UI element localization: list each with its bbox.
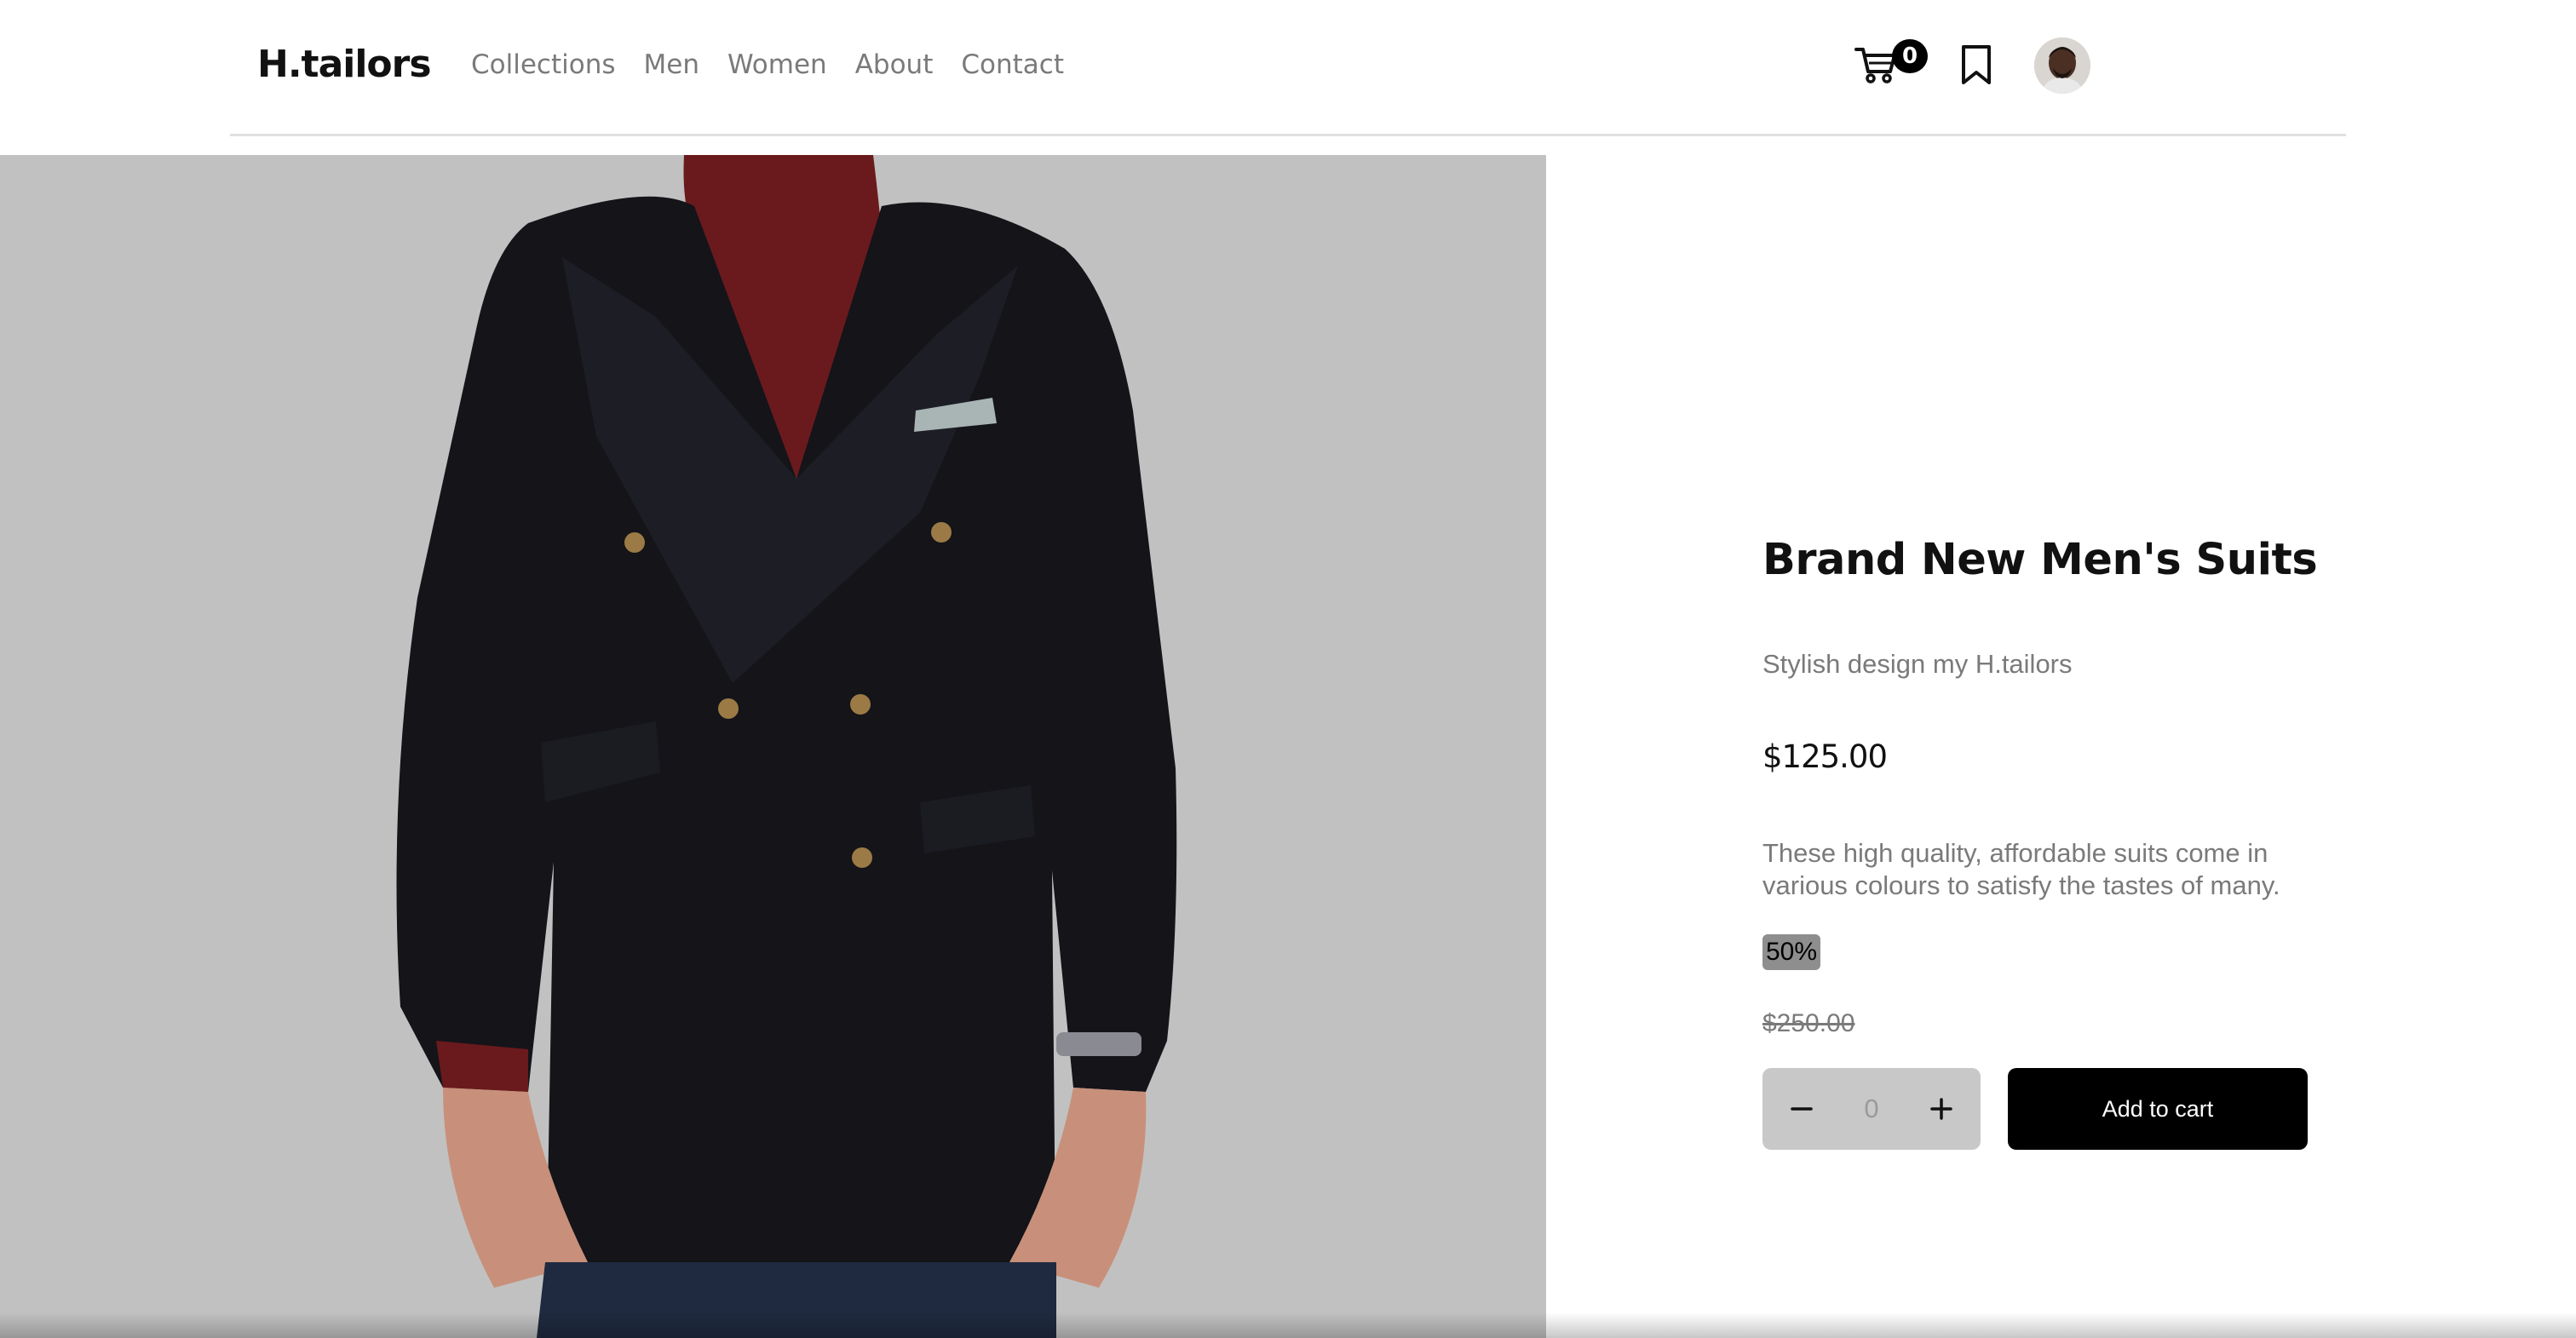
quantity-stepper: 0 (1762, 1068, 1981, 1150)
product-title: Brand New Men's Suits (1762, 535, 2318, 585)
cart-button[interactable]: 0 (1854, 39, 1928, 90)
site-header: H.tailors Collections Men Women About Co… (230, 0, 2346, 136)
avatar[interactable] (2034, 37, 2090, 94)
nav-item-contact[interactable]: Contact (961, 49, 1064, 80)
main-nav: Collections Men Women About Contact (471, 49, 1064, 80)
product-page: H.tailors Collections Men Women About Co… (0, 0, 2576, 1338)
decrease-quantity-button[interactable] (1786, 1094, 1817, 1124)
product-price: $125.00 (1762, 738, 1888, 775)
add-to-cart-button[interactable]: Add to cart (2008, 1068, 2308, 1150)
cart-icon (1854, 48, 1896, 83)
increase-quantity-button[interactable] (1926, 1094, 1957, 1124)
bookmark-icon (1962, 45, 1991, 84)
minus-icon (1791, 1107, 1813, 1111)
brand-logo[interactable]: H.tailors (257, 43, 432, 86)
product-image (0, 155, 1546, 1338)
bookmark-button[interactable] (1961, 44, 1992, 89)
nav-item-men[interactable]: Men (644, 49, 699, 80)
nav-item-about[interactable]: About (855, 49, 934, 80)
discount-badge: 50% (1762, 934, 1821, 970)
original-price: $250.00 (1762, 1009, 1855, 1037)
product-description: These high quality, affordable suits com… (1762, 838, 2280, 900)
nav-item-collections[interactable]: Collections (471, 49, 616, 80)
suit-photo (0, 155, 1546, 1338)
quantity-value[interactable]: 0 (1864, 1094, 1878, 1124)
plus-icon (1930, 1098, 1952, 1120)
nav-item-women[interactable]: Women (727, 49, 827, 80)
product-subtitle: Stylish design my H.tailors (1762, 649, 2073, 679)
cart-count-badge: 0 (1892, 39, 1928, 73)
user-avatar-image (2034, 37, 2090, 94)
